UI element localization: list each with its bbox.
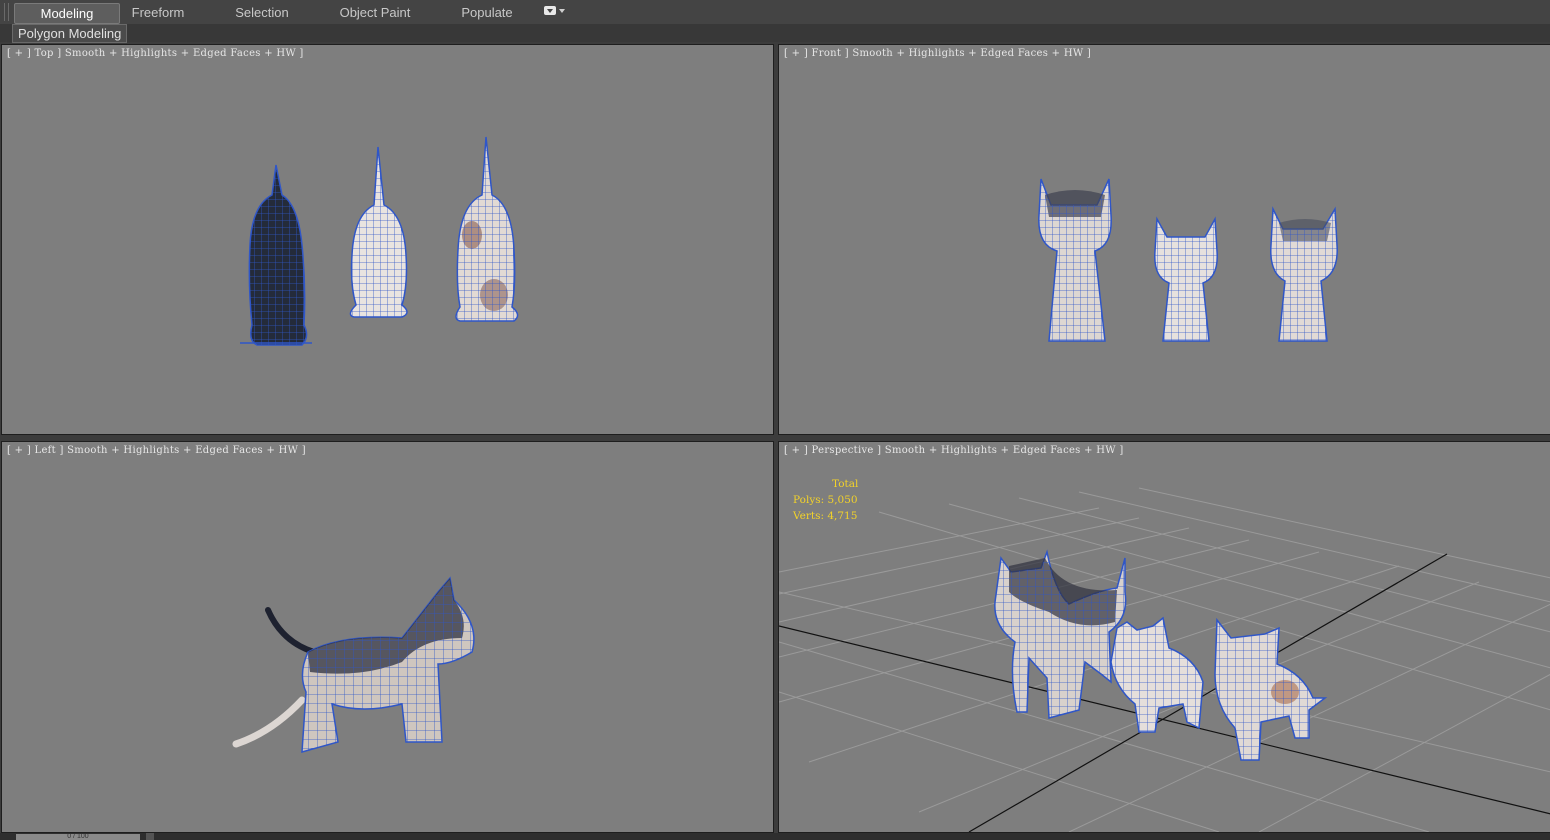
top-view-models xyxy=(240,136,519,346)
display-options-icon xyxy=(544,6,556,15)
cat-white-persp[interactable] xyxy=(1110,616,1204,733)
ribbon-grip-handle[interactable] xyxy=(4,3,9,21)
viewport-left[interactable]: [ + ] Left ] Smooth + Highlights + Edged… xyxy=(1,441,774,833)
cat-side-view[interactable] xyxy=(232,576,475,754)
tab-polygon-modeling[interactable]: Polygon Modeling xyxy=(12,24,128,43)
cat-calico-top[interactable] xyxy=(455,136,519,322)
tab-object-paint[interactable]: Object Paint xyxy=(330,3,420,22)
cat-calico-persp[interactable] xyxy=(1214,617,1328,761)
time-slider-frame-indicator[interactable]: 0 / 100 xyxy=(16,834,140,840)
tab-selection[interactable]: Selection xyxy=(220,3,304,22)
cat-white-front[interactable] xyxy=(1154,216,1218,342)
perspective-grid-and-models xyxy=(779,487,1550,832)
cat-dark-persp[interactable] xyxy=(994,549,1127,719)
viewport-top[interactable]: [ + ] Top ] Smooth + Highlights + Edged … xyxy=(1,44,774,435)
tab-freeform[interactable]: Freeform xyxy=(118,3,198,22)
left-view-models xyxy=(232,576,475,754)
cat-calico-front[interactable] xyxy=(1270,206,1338,342)
ribbon-subpanel: Polygon Modeling xyxy=(0,24,1550,43)
tab-modeling[interactable]: Modeling xyxy=(14,3,120,24)
tab-populate[interactable]: Populate xyxy=(450,3,524,22)
time-slider-next-icon[interactable] xyxy=(146,833,154,840)
viewport-perspective[interactable]: [ + ] Perspective ] Smooth + Highlights … xyxy=(778,441,1550,833)
time-slider[interactable]: 0 / 100 xyxy=(0,833,1550,840)
viewport-front[interactable]: [ + ] Front ] Smooth + Highlights + Edge… xyxy=(778,44,1550,435)
chevron-down-icon xyxy=(559,9,565,13)
ribbon-options-dropdown[interactable] xyxy=(544,6,568,18)
cat-white-top[interactable] xyxy=(349,146,408,318)
front-view-models xyxy=(1038,178,1338,342)
cat-dark-front[interactable] xyxy=(1038,178,1112,342)
cat-dark-top[interactable] xyxy=(240,164,312,346)
ribbon-bar: Modeling Freeform Selection Object Paint… xyxy=(0,0,1550,25)
